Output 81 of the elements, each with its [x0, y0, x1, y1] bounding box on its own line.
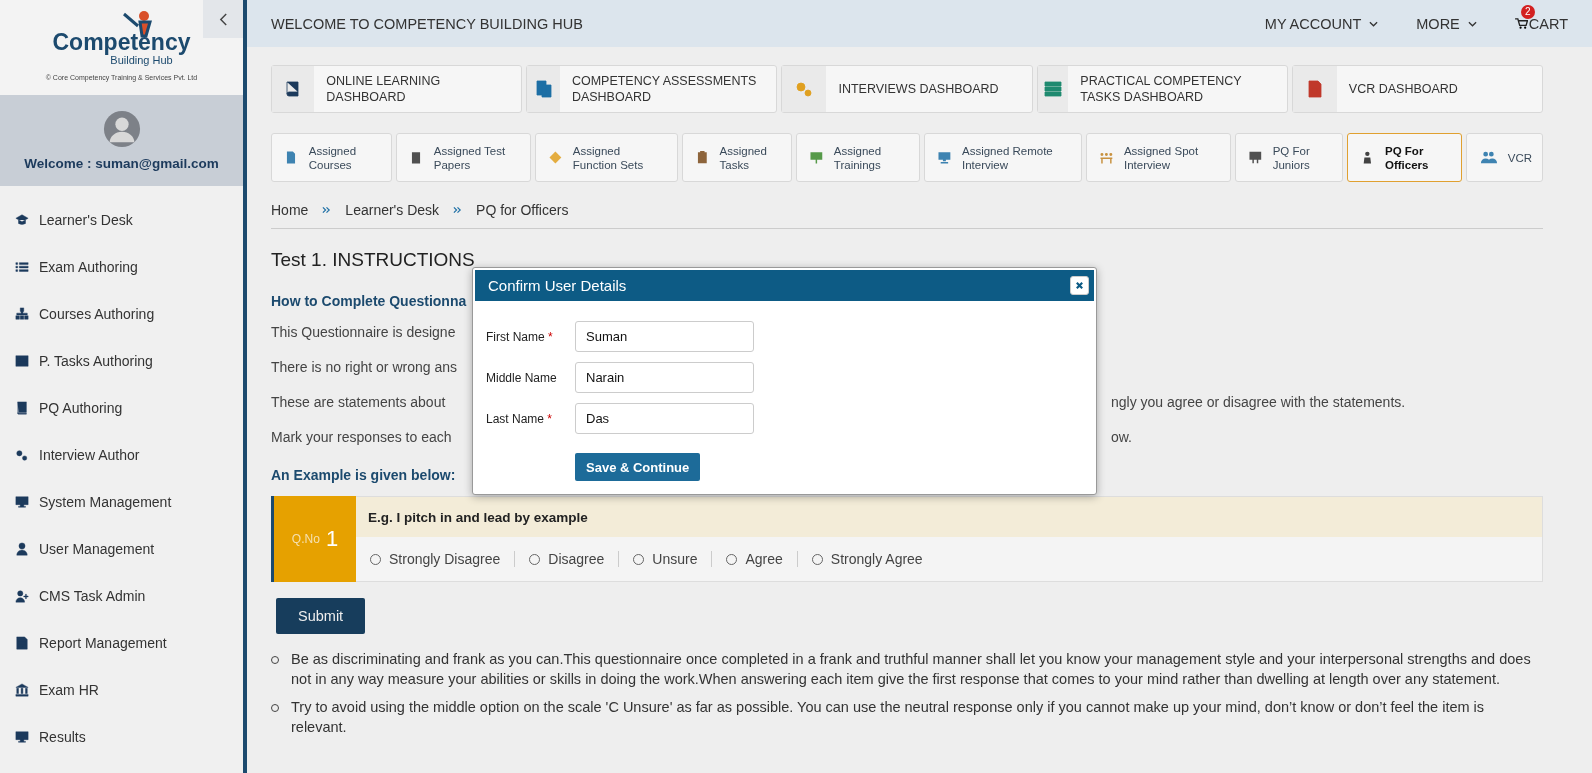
sidebar-item[interactable]: P. Tasks Authoring	[0, 338, 243, 385]
sidebar-item[interactable]: Interview Author	[0, 432, 243, 479]
tab[interactable]: Assigned Tasks	[681, 133, 793, 182]
sidebar-item[interactable]: User Management	[0, 526, 243, 573]
chevron-icon	[322, 206, 332, 214]
page-title: Test 1. INSTRUCTIONS	[271, 249, 475, 271]
field-label: Middle Name	[486, 370, 558, 385]
question-number-badge: Q.No 1	[274, 496, 356, 582]
sidebar-item[interactable]: CMS Task Admin	[0, 573, 243, 620]
dialog-title: Confirm User Details	[488, 277, 627, 294]
breadcrumb-link[interactable]: Home	[271, 202, 309, 218]
avatar-icon	[102, 110, 141, 148]
field-label: Last Name *	[486, 411, 554, 426]
answer-option[interactable]: Unsure	[633, 551, 713, 567]
instruction-text: Mark your responses to each	[271, 429, 453, 447]
monitor-icon	[15, 494, 29, 509]
dashboard-tile[interactable]: INTERVIEWS DASHBOARD	[781, 65, 1033, 113]
sidebar-item[interactable]: Learner's Desk	[0, 197, 243, 244]
tab[interactable]: PQ For Officers	[1347, 133, 1462, 182]
cart-icon	[1514, 18, 1528, 29]
tab[interactable]: PQ For Juniors	[1235, 133, 1344, 182]
answer-option[interactable]: Agree	[726, 551, 798, 567]
tab[interactable]: Assigned Courses	[271, 133, 392, 182]
cart-count-badge: 2	[1520, 4, 1535, 19]
sidebar-item[interactable]: Exam HR	[0, 667, 243, 714]
section-heading: How to Complete Questionna	[271, 293, 467, 309]
instruction-text: Try to avoid using the middle option on the scale 'C Unsure' as far as possible. You can use the neutral response only if you cannot make up your mind, don’t know or don’t feel the item is relevant.	[291, 698, 1486, 737]
bank-icon	[15, 682, 29, 697]
instruction-text: There is no right or wrong ans	[271, 359, 458, 377]
sidebar-item[interactable]: Courses Authoring	[0, 291, 243, 338]
tab[interactable]: Assigned Function Sets	[535, 133, 678, 182]
chevron-icon	[453, 206, 463, 214]
dashboard-tile[interactable]: ONLINE LEARNING DASHBOARD	[271, 65, 523, 113]
server-icon	[1042, 79, 1063, 99]
tab[interactable]: Assigned Trainings	[796, 133, 921, 182]
monitor-icon	[15, 729, 29, 744]
input-field[interactable]: Narain	[575, 362, 754, 393]
close-icon	[1075, 281, 1084, 290]
user-icon	[15, 541, 29, 556]
sidebar-item[interactable]: System Management	[0, 479, 243, 526]
welcome-title: WELCOME TO COMPETENCY BUILDING HUB	[271, 15, 583, 32]
menu-dropdown[interactable]: MY ACCOUNT	[1264, 15, 1379, 32]
dashboard-tile[interactable]: COMPETENCY ASSESSMENTS DASHBOARD	[526, 65, 778, 113]
answer-option[interactable]: Strongly Agree	[811, 551, 937, 567]
dashboard-tile[interactable]: VCR DASHBOARD	[1291, 65, 1543, 113]
instruction-text: This Questionnaire is designe	[271, 324, 457, 342]
tab[interactable]: Assigned Spot Interview	[1086, 133, 1231, 182]
sidebar-item[interactable]: Results	[0, 714, 243, 761]
close-button[interactable]	[1070, 276, 1089, 295]
menu-dropdown[interactable]: MORE	[1416, 15, 1477, 32]
breadcrumb-link[interactable]: PQ for Officers	[476, 202, 569, 218]
chevron-down-icon	[1369, 20, 1379, 27]
dashboard-tile[interactable]: PRACTICAL COMPETENCY TASKS DASHBOARD	[1036, 65, 1288, 113]
cap-icon	[15, 212, 29, 227]
breadcrumb-link[interactable]: Learner's Desk	[345, 202, 440, 218]
logo-subtitle: Building Hub	[110, 54, 173, 66]
document-icon	[533, 79, 554, 99]
welcome-text: Welcome : suman@gmail.com	[24, 156, 219, 171]
instruction-text: These are statements about	[271, 394, 447, 412]
tab[interactable]: VCR	[1465, 133, 1543, 182]
answer-option[interactable]: Strongly Disagree	[370, 551, 516, 567]
section-heading: An Example is given below:	[271, 467, 456, 483]
input-field[interactable]: Das	[575, 403, 754, 434]
instruction-text: Be as discriminating and frank as you can.This questionnaire once completed in a frank and truthful manner shall let you know your management style and your interpersonal strengths and does not in any way measure your abilities or skills in doing the work.When answering each item give the first response that comes to your mind rather than dwelling at length over any statement.	[291, 650, 1532, 689]
user-plus-icon	[15, 588, 29, 603]
sidebar-item[interactable]: Report Management	[0, 620, 243, 667]
sidebar-item[interactable]: PQ Authoring	[0, 385, 243, 432]
tab[interactable]: Assigned Test Papers	[396, 133, 532, 182]
chevron-left-icon	[218, 12, 228, 26]
save-continue-button[interactable]: Save & Continue	[575, 453, 701, 481]
sidebar-item[interactable]: Exam Authoring	[0, 244, 243, 291]
chevron-down-icon	[1467, 20, 1477, 27]
instruction-text: ngly you agree or disagree with the statements.	[1110, 394, 1407, 412]
tab[interactable]: Assigned Remote Interview	[924, 133, 1083, 182]
input-field[interactable]: Suman	[575, 321, 754, 352]
sitemap-icon	[15, 306, 29, 321]
answer-option[interactable]: Disagree	[529, 551, 620, 567]
field-label: First Name *	[486, 329, 554, 344]
submit-button[interactable]: Submit	[276, 598, 366, 634]
question-text: E.g. I pitch in and lead by example	[356, 497, 1542, 537]
instruction-text: ow.	[1110, 429, 1133, 447]
